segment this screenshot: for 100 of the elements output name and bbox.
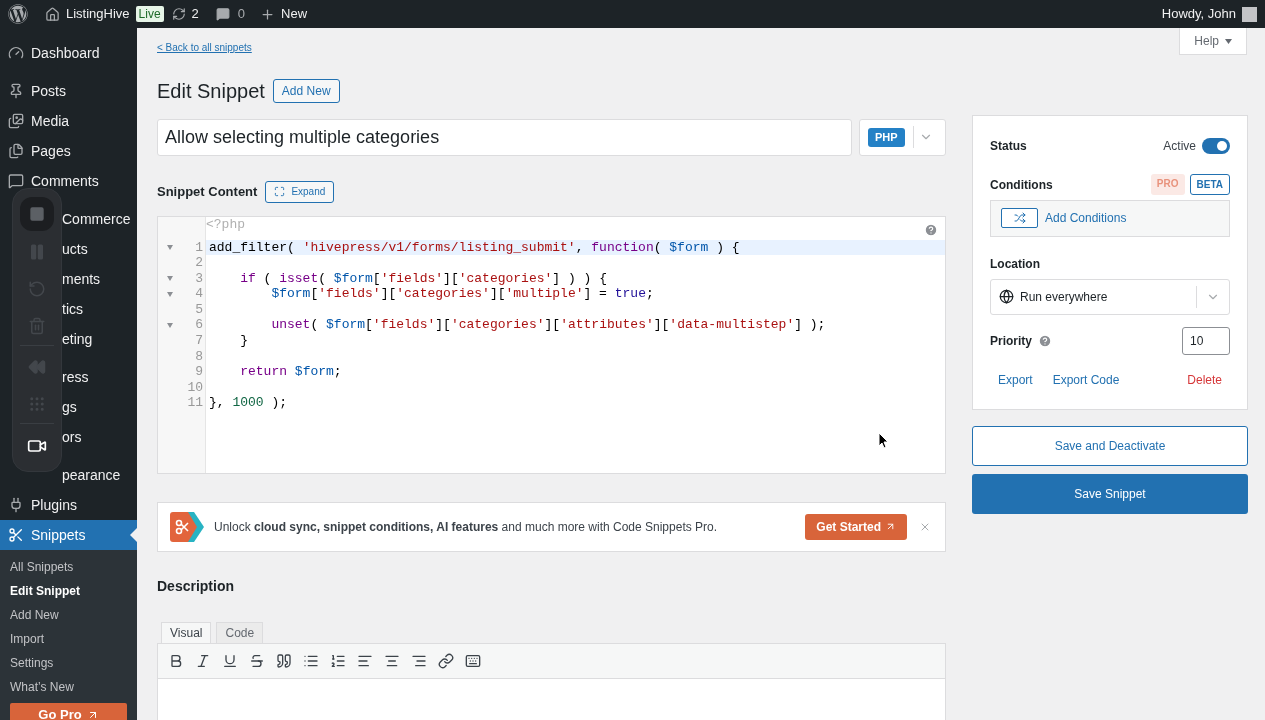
menu-item[interactable]: eting (0, 324, 137, 354)
menu-item[interactable]: tics (0, 294, 137, 324)
stop-button[interactable] (20, 197, 54, 231)
updates-count[interactable]: 2 (191, 4, 199, 24)
status-toggle[interactable] (1202, 137, 1230, 154)
greeting-link[interactable]: Howdy, John (1161, 4, 1236, 24)
menu-item[interactable]: Dashboard (0, 38, 137, 68)
menu-item[interactable]: ucts (0, 234, 137, 264)
panel-link[interactable]: Export Code (1052, 370, 1120, 389)
line-number: 3 (194, 270, 203, 287)
location-select[interactable]: Run everywhere (990, 278, 1230, 315)
code-line: $form['fields']['categories']['multiple'] = true; (270, 286, 655, 302)
site-name-link[interactable]: ListingHive (66, 4, 130, 24)
go-pro-button[interactable]: Go Pro (10, 703, 127, 720)
submenu-item[interactable]: Settings (0, 651, 137, 675)
shuffle-icon (1013, 212, 1026, 224)
comments-count[interactable]: 0 (237, 4, 246, 24)
avatar[interactable] (1242, 6, 1257, 22)
menu-icon (8, 143, 24, 159)
deactivate-button[interactable]: Save and Deactivate (972, 425, 1248, 466)
submenu-item[interactable]: What’s New (0, 675, 137, 699)
line-number: 10 (186, 379, 203, 396)
code-line: unset( $form['fields']['categories']['attributes']['data-multistep'] ); (270, 317, 827, 334)
fold-arrow-icon[interactable] (167, 291, 173, 297)
back-link[interactable]: < Back to all snippets (157, 42, 252, 53)
link-icon[interactable] (438, 652, 454, 669)
get-started-button[interactable]: Get Started (805, 513, 907, 540)
external-link-icon (885, 521, 896, 532)
expand-icon (274, 186, 286, 197)
scissors-logo-icon (170, 511, 204, 542)
menu-item[interactable]: Snippets (0, 520, 137, 550)
submenu-item[interactable]: Import (0, 627, 137, 651)
menu-item[interactable]: gs (0, 392, 137, 422)
menu-item[interactable]: ress (0, 362, 137, 392)
menu-item[interactable]: Plugins (0, 490, 137, 520)
editor-tab[interactable]: Code (216, 621, 264, 643)
menu-item[interactable]: Posts (0, 76, 137, 106)
menu-icon (8, 83, 24, 99)
wordpress-logo-icon[interactable] (8, 4, 28, 24)
code-line: } (239, 333, 249, 349)
line-number: 7 (194, 333, 203, 349)
location-label: Location (990, 255, 1040, 273)
add-new-button[interactable]: Add New (272, 78, 340, 103)
new-link[interactable]: New (281, 4, 308, 24)
save-button[interactable]: Save Snippet (972, 473, 1248, 514)
line-number: 9 (194, 364, 203, 380)
feature-badge: BETA (1189, 174, 1230, 195)
plus-icon[interactable] (260, 6, 276, 22)
fold-arrow-icon[interactable] (167, 322, 173, 328)
language-select[interactable]: PHP (859, 118, 946, 156)
dots-icon[interactable] (28, 395, 46, 413)
submenu-item[interactable]: All Snippets (0, 555, 137, 579)
panel-link[interactable]: Export (998, 370, 1033, 389)
panel-link[interactable]: Delete (1187, 370, 1222, 389)
menu-icon (8, 497, 24, 513)
editor-tab[interactable]: Visual (161, 621, 212, 643)
expand-button[interactable]: Expand (265, 180, 335, 203)
fold-arrow-icon[interactable] (167, 244, 173, 250)
add-conditions-link[interactable]: Add Conditions (1045, 209, 1127, 227)
line-number: 8 (194, 348, 203, 365)
bold-icon[interactable] (168, 652, 184, 669)
live-badge: Live (135, 6, 164, 22)
toolbar-toggle-icon[interactable] (465, 652, 481, 669)
menu-item[interactable]: Commerce (0, 204, 137, 234)
menu-item[interactable]: Media (0, 106, 137, 136)
code-editor[interactable] (157, 215, 946, 474)
quote-icon[interactable] (276, 652, 292, 669)
conditions-label: Conditions (990, 176, 1053, 194)
caret-icon (1225, 38, 1232, 44)
code-line: }, 1000 ); (208, 395, 289, 412)
help-icon[interactable] (924, 222, 938, 237)
line-number: 11 (186, 395, 203, 412)
italic-icon[interactable] (195, 652, 211, 669)
comments-icon[interactable] (215, 7, 230, 21)
strikethrough-icon[interactable] (249, 652, 265, 669)
fold-arrow-icon[interactable] (167, 276, 173, 281)
menu-item[interactable]: ors (0, 422, 137, 452)
help-tab[interactable]: Help (1179, 28, 1247, 55)
menu-item[interactable]: Pages (0, 136, 137, 166)
home-icon[interactable] (45, 6, 60, 22)
submenu-item[interactable]: Add New (0, 603, 137, 627)
line-number: 1 (194, 239, 203, 256)
status-label: Status (990, 137, 1027, 155)
title-field[interactable]: Allow selecting multiple categories (157, 118, 852, 156)
menu-icon (8, 527, 24, 543)
restart-icon[interactable] (28, 280, 46, 298)
menu-item[interactable]: pearance (0, 460, 137, 490)
php-open-tag: <?php (206, 216, 245, 233)
numbered-list-icon[interactable] (330, 652, 346, 669)
updates-icon[interactable] (171, 7, 186, 21)
priority-field[interactable]: 10 (1182, 326, 1230, 355)
underline-icon[interactable] (222, 652, 238, 669)
menu-item[interactable]: ments (0, 264, 137, 294)
menu-item[interactable]: Comments (0, 166, 137, 196)
status-value: Active (1163, 137, 1196, 155)
shuffle-button[interactable] (1001, 208, 1038, 228)
php-badge: PHP (868, 127, 905, 147)
submenu-item[interactable]: Edit Snippet (0, 579, 137, 603)
description-label: Description (157, 576, 234, 596)
help-icon[interactable] (1038, 333, 1052, 348)
